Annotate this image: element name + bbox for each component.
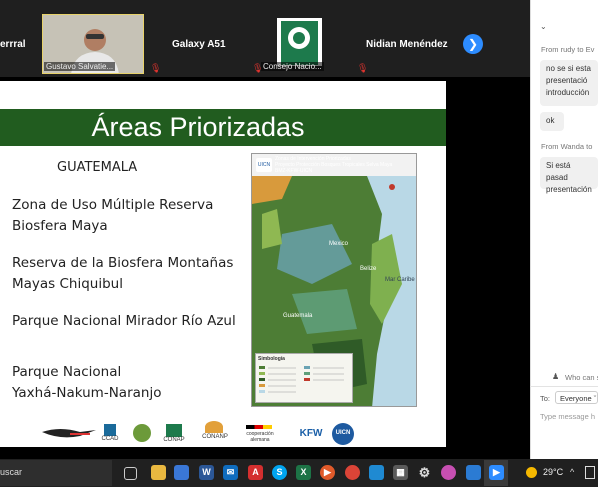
chat-line: ok: [546, 116, 555, 125]
chat-message: Si está pasad presentación: [540, 157, 598, 194]
chat-input[interactable]: Type message h: [540, 412, 595, 421]
chevron-up-icon[interactable]: ^: [570, 467, 574, 477]
area-item: Reserva de la Biosfera Montañas: [12, 255, 234, 271]
uicn-map-badge: UICN: [256, 158, 272, 172]
word-icon[interactable]: W: [199, 465, 214, 480]
to-label: To:: [540, 394, 551, 403]
participant-name: Nidian Menéndez: [366, 39, 448, 50]
conanp-logo-mark: [205, 421, 223, 433]
who-can-see[interactable]: Who can s: [565, 373, 598, 382]
muted-mic-icon: 🎙: [252, 63, 264, 73]
recipient-value: Everyone: [560, 394, 592, 403]
chat-line: Si está pasad: [546, 161, 571, 182]
slide-title: Áreas Priorizadas: [91, 112, 305, 142]
chat-message: no se si esta presentació introducción: [540, 60, 598, 106]
search-text: uscar: [0, 467, 23, 477]
mail-icon[interactable]: ✉: [223, 465, 238, 480]
area-item: Parque Nacional Mirador Río Azul: [12, 313, 236, 329]
calculator-icon[interactable]: ▦: [393, 465, 408, 480]
excel-icon[interactable]: X: [296, 465, 311, 480]
recipient-select[interactable]: Everyone ˇ: [555, 391, 598, 404]
area-item: Yaxhá-Nakum-Naranjo: [12, 385, 162, 401]
chat-line: no se si esta: [546, 64, 591, 73]
area-item: Zona de Uso Múltiple Reserva: [12, 197, 214, 213]
participant-name: Galaxy A51: [172, 39, 226, 50]
chrome-icon[interactable]: [345, 465, 360, 480]
country-heading: GUATEMALA: [57, 160, 138, 175]
area-item: Parque Nacional: [12, 364, 122, 380]
participant-name: Gustavo Salvatie...: [44, 62, 116, 71]
map-title-line: BMZ-KFW-UICN: [275, 168, 313, 174]
divider: [530, 386, 598, 387]
muted-mic-icon: 🎙: [357, 63, 369, 73]
chevron-down-icon: ˇ: [593, 394, 597, 403]
bird-logo: [40, 424, 98, 444]
map-label: Belize: [360, 266, 377, 272]
legend-title: Simbología: [258, 356, 285, 362]
files-icon[interactable]: [466, 465, 481, 480]
sun-icon: [526, 467, 537, 478]
edge-icon[interactable]: [369, 465, 384, 480]
area-item: Biosfera Maya: [12, 218, 108, 234]
chat-line: presentación: [546, 185, 592, 194]
file-explorer-icon[interactable]: [151, 465, 166, 480]
logo-label: UICN: [335, 430, 351, 436]
map-label: Mar Caribe: [385, 277, 415, 283]
paint-icon[interactable]: [441, 465, 456, 480]
chat-message: ok: [540, 112, 564, 131]
store-icon[interactable]: [174, 465, 189, 480]
people-icon: ♟: [552, 372, 560, 381]
muted-mic-icon: 🎙: [150, 63, 162, 73]
area-item: Mayas Chiquibul: [12, 276, 123, 292]
tray-icon[interactable]: [585, 466, 595, 479]
weather-temp[interactable]: 29°C: [543, 467, 563, 477]
chat-sender: From Wanda to: [541, 142, 593, 151]
legend-swatches: [259, 366, 344, 393]
music-icon[interactable]: ▶: [320, 465, 335, 480]
participant-name: errral: [0, 39, 26, 50]
chat-line: introducción: [546, 88, 590, 97]
logo-label: KFW: [299, 428, 323, 439]
logo-label: CONAP: [163, 437, 185, 443]
logo-label: cooperación alemana: [246, 431, 274, 443]
logo-label: CONANP: [202, 434, 228, 440]
german-flag-mark: [246, 425, 272, 429]
map-label: Guatemala: [283, 313, 313, 319]
map-legend: Simbología: [255, 353, 353, 403]
chat-sender: From rudy to Ev: [541, 45, 595, 54]
skype-icon[interactable]: S: [272, 465, 287, 480]
conap-logo-mark: [166, 424, 182, 437]
next-participants-button[interactable]: ❯: [463, 34, 483, 54]
participant-name: Consejo Nacio...: [261, 62, 324, 71]
pdf-icon[interactable]: A: [248, 465, 263, 480]
map-title: Zonas de Intervención Priorizadas Proyec…: [275, 156, 395, 174]
ccad-logo-mark: [104, 424, 116, 436]
map-label: Mexico: [329, 241, 349, 247]
chat-line: presentació: [546, 76, 588, 85]
task-view-icon[interactable]: [124, 467, 137, 480]
zoom-icon[interactable]: ▶: [489, 465, 504, 480]
logo-label: CCAD: [101, 436, 119, 442]
chevron-down-icon[interactable]: ⌄: [540, 22, 547, 31]
round-logo: [133, 424, 151, 442]
gear-icon[interactable]: ⚙: [417, 465, 432, 480]
conap-logo: [277, 18, 322, 66]
